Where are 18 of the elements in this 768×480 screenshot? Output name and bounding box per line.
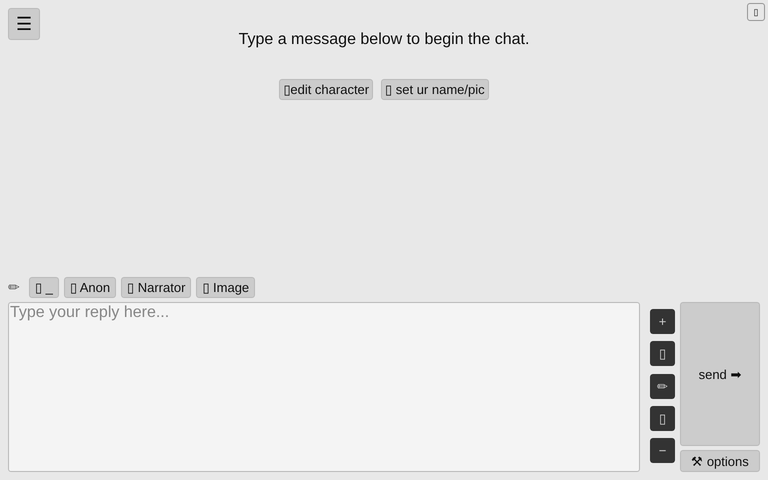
tool-button[interactable]: ▯: [650, 406, 675, 431]
tool-button[interactable]: −: [650, 438, 675, 463]
character-button[interactable]: ▯ Anon: [64, 276, 116, 298]
character-button[interactable]: ▯ _: [29, 276, 59, 298]
tool-button[interactable]: +: [650, 309, 675, 334]
action-button[interactable]: ▯ set ur name/pic: [381, 79, 489, 100]
reply-field[interactable]: Type your reply here...: [8, 302, 640, 472]
intro-text: Type a message below to begin the chat.: [238, 31, 530, 49]
character-button[interactable]: ▯ Image: [196, 276, 256, 298]
character-button[interactable]: ▯ Narrator: [121, 276, 192, 298]
action-button[interactable]: ▯edit character: [279, 79, 374, 100]
options-button[interactable]: ⚒ options: [680, 450, 760, 472]
tool-button[interactable]: ▯: [650, 341, 675, 366]
tool-button[interactable]: ✏: [650, 374, 675, 398]
menu-button[interactable]: ☰: [8, 8, 40, 40]
corner-button[interactable]: ▯: [747, 3, 765, 21]
send-button[interactable]: send ➡: [680, 302, 760, 446]
pencil-icon: ✏: [8, 279, 20, 295]
